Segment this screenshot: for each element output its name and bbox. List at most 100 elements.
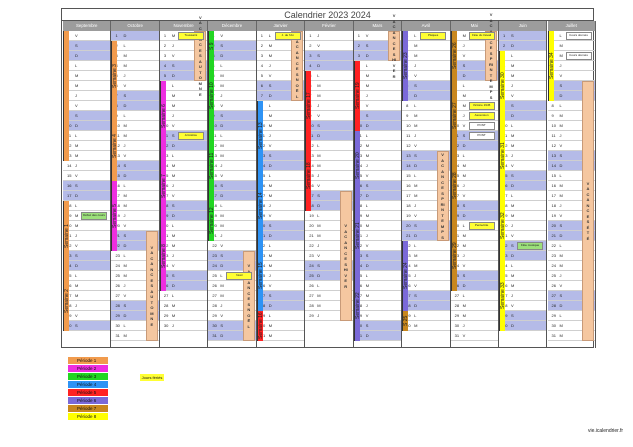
month-days: 1L2M3M4J5V6S7D8L9M10M11J12V13S14D15L16M1… [547, 31, 596, 348]
weekday-letter: M [171, 173, 176, 178]
weekday-letter: D [268, 233, 272, 238]
weekday-letter: D [123, 313, 127, 318]
day-row: 13L [159, 151, 208, 161]
weekday-letter: V [220, 173, 224, 178]
day-row: 10D [208, 121, 256, 131]
day-row: 22M [159, 241, 208, 251]
day-row: 24 L [499, 261, 547, 271]
weekday-letter: M [171, 303, 176, 308]
day-row: 24D [353, 261, 402, 271]
week-label: Semaine 19 [353, 61, 360, 131]
weekday-letter: S [559, 293, 563, 298]
weekday-letter: L [317, 283, 320, 288]
day-row: 12M [63, 141, 111, 151]
day-row: 17D [208, 191, 256, 201]
day-row: 11L [208, 131, 256, 141]
weekday-letter: L [123, 113, 126, 118]
day-row: 17 L [499, 191, 547, 201]
month-header: Octobre [111, 21, 160, 31]
day-row: 16J [450, 181, 499, 191]
day-row: 11 D [305, 131, 353, 141]
day-row: 21J [63, 231, 111, 241]
day-row: 9J [159, 111, 208, 121]
day-number: 28 [115, 303, 120, 308]
weekday-letter: M [365, 223, 370, 228]
day-number: 9 [551, 113, 554, 118]
day-number: 2 [260, 43, 264, 48]
weekday-letter: J [75, 163, 77, 168]
weekday-letter: J [462, 253, 465, 258]
day-row: 27 L [159, 291, 208, 301]
weekday-letter: S [123, 93, 127, 98]
weekday-letter: J [268, 273, 271, 278]
weekday-letter: M [317, 303, 321, 308]
month-days: 1M2J3V4S5D6L7M8M9J10V11S12D13L14M15M16J1… [450, 12, 500, 348]
weekday-letter: D [220, 53, 224, 58]
day-number: 17 [406, 193, 411, 198]
day-row: 16 L [111, 181, 159, 191]
day-number: 23 [212, 253, 217, 258]
month-column: Septembre1V2S3D4L5M6M7J8V9S10D11L12M13M1… [63, 21, 112, 348]
week-label: Semaine 32 [499, 191, 506, 261]
month-days: 1V2S3D4L5M6M7J8V9S10D11L12M13M14J15V16S1… [63, 31, 112, 348]
day-row: 29 L [402, 311, 450, 321]
weekday-letter: L [365, 133, 368, 138]
month-header: Décembre [208, 21, 257, 31]
day-row: 6S [402, 81, 450, 91]
day-number: 29 [551, 313, 556, 318]
week-label: Semaine 4 [111, 111, 118, 181]
weekday-letter: S [220, 183, 224, 188]
weekday-letter: S [75, 183, 78, 188]
day-row: 17 M [111, 191, 159, 201]
day-row: 4M [111, 61, 159, 71]
weekday-letter: L [511, 263, 514, 268]
day-row: 12 J [111, 141, 159, 151]
weekday-letter: M [365, 293, 370, 298]
weekday-letter: D [171, 213, 175, 218]
day-row: 29V [63, 311, 111, 321]
day-row: 30S [63, 321, 111, 331]
day-number: 24 [551, 263, 556, 268]
weekday-letter: D [171, 283, 175, 288]
weekday-letter: V [123, 83, 127, 88]
weekday-letter: J [268, 133, 271, 138]
weekday-letter: S [511, 313, 514, 318]
weekday-letter: V [414, 73, 417, 78]
day-row: 4J [547, 61, 595, 71]
weekday-letter: D [511, 113, 514, 118]
day-row: 13L [450, 151, 499, 161]
week-label: Semaine 31 [499, 121, 506, 191]
day-number: 29 [454, 313, 460, 318]
vacation-band: VACANCES NOËL [291, 31, 304, 101]
weekday-letter: L [123, 183, 126, 188]
day-row: 9L [111, 111, 159, 121]
day-row: 7D [402, 91, 450, 101]
weekday-letter: M [365, 83, 370, 88]
day-number: 25 [212, 273, 217, 278]
day-number: 28 [454, 303, 460, 308]
day-row: 7J [353, 91, 402, 101]
weekday-letter: M [317, 233, 321, 238]
weekday-letter: S [511, 103, 514, 108]
weekday-letter: J [171, 43, 174, 48]
weekday-letter: S [462, 63, 466, 68]
day-row: 16 V [305, 181, 353, 191]
weekday-letter: M [171, 93, 176, 98]
day-row: 21J [353, 231, 402, 241]
day-number: 29 [212, 313, 217, 318]
day-row: 28 D [256, 301, 305, 311]
day-number: 22 [551, 243, 556, 248]
weekday-letter: M [75, 223, 79, 228]
day-row: 29V [353, 311, 402, 321]
vacation-label: VACANCES AUTOMNE [198, 14, 202, 97]
weekday-letter: M [317, 83, 321, 88]
day-number: 4 [309, 63, 312, 68]
weekday-letter: M [123, 133, 127, 138]
day-row: 6J [499, 81, 547, 91]
day-number: 27 [115, 293, 120, 298]
day-row: 30 M [402, 321, 450, 331]
month-column: Mai1M2J3V4S5D6L7M8M9J10V11S12D13L14M15M1… [450, 12, 500, 348]
day-row: 3D [208, 51, 256, 61]
day-row: 5V [547, 71, 595, 81]
weekday-letter: V [75, 33, 78, 38]
